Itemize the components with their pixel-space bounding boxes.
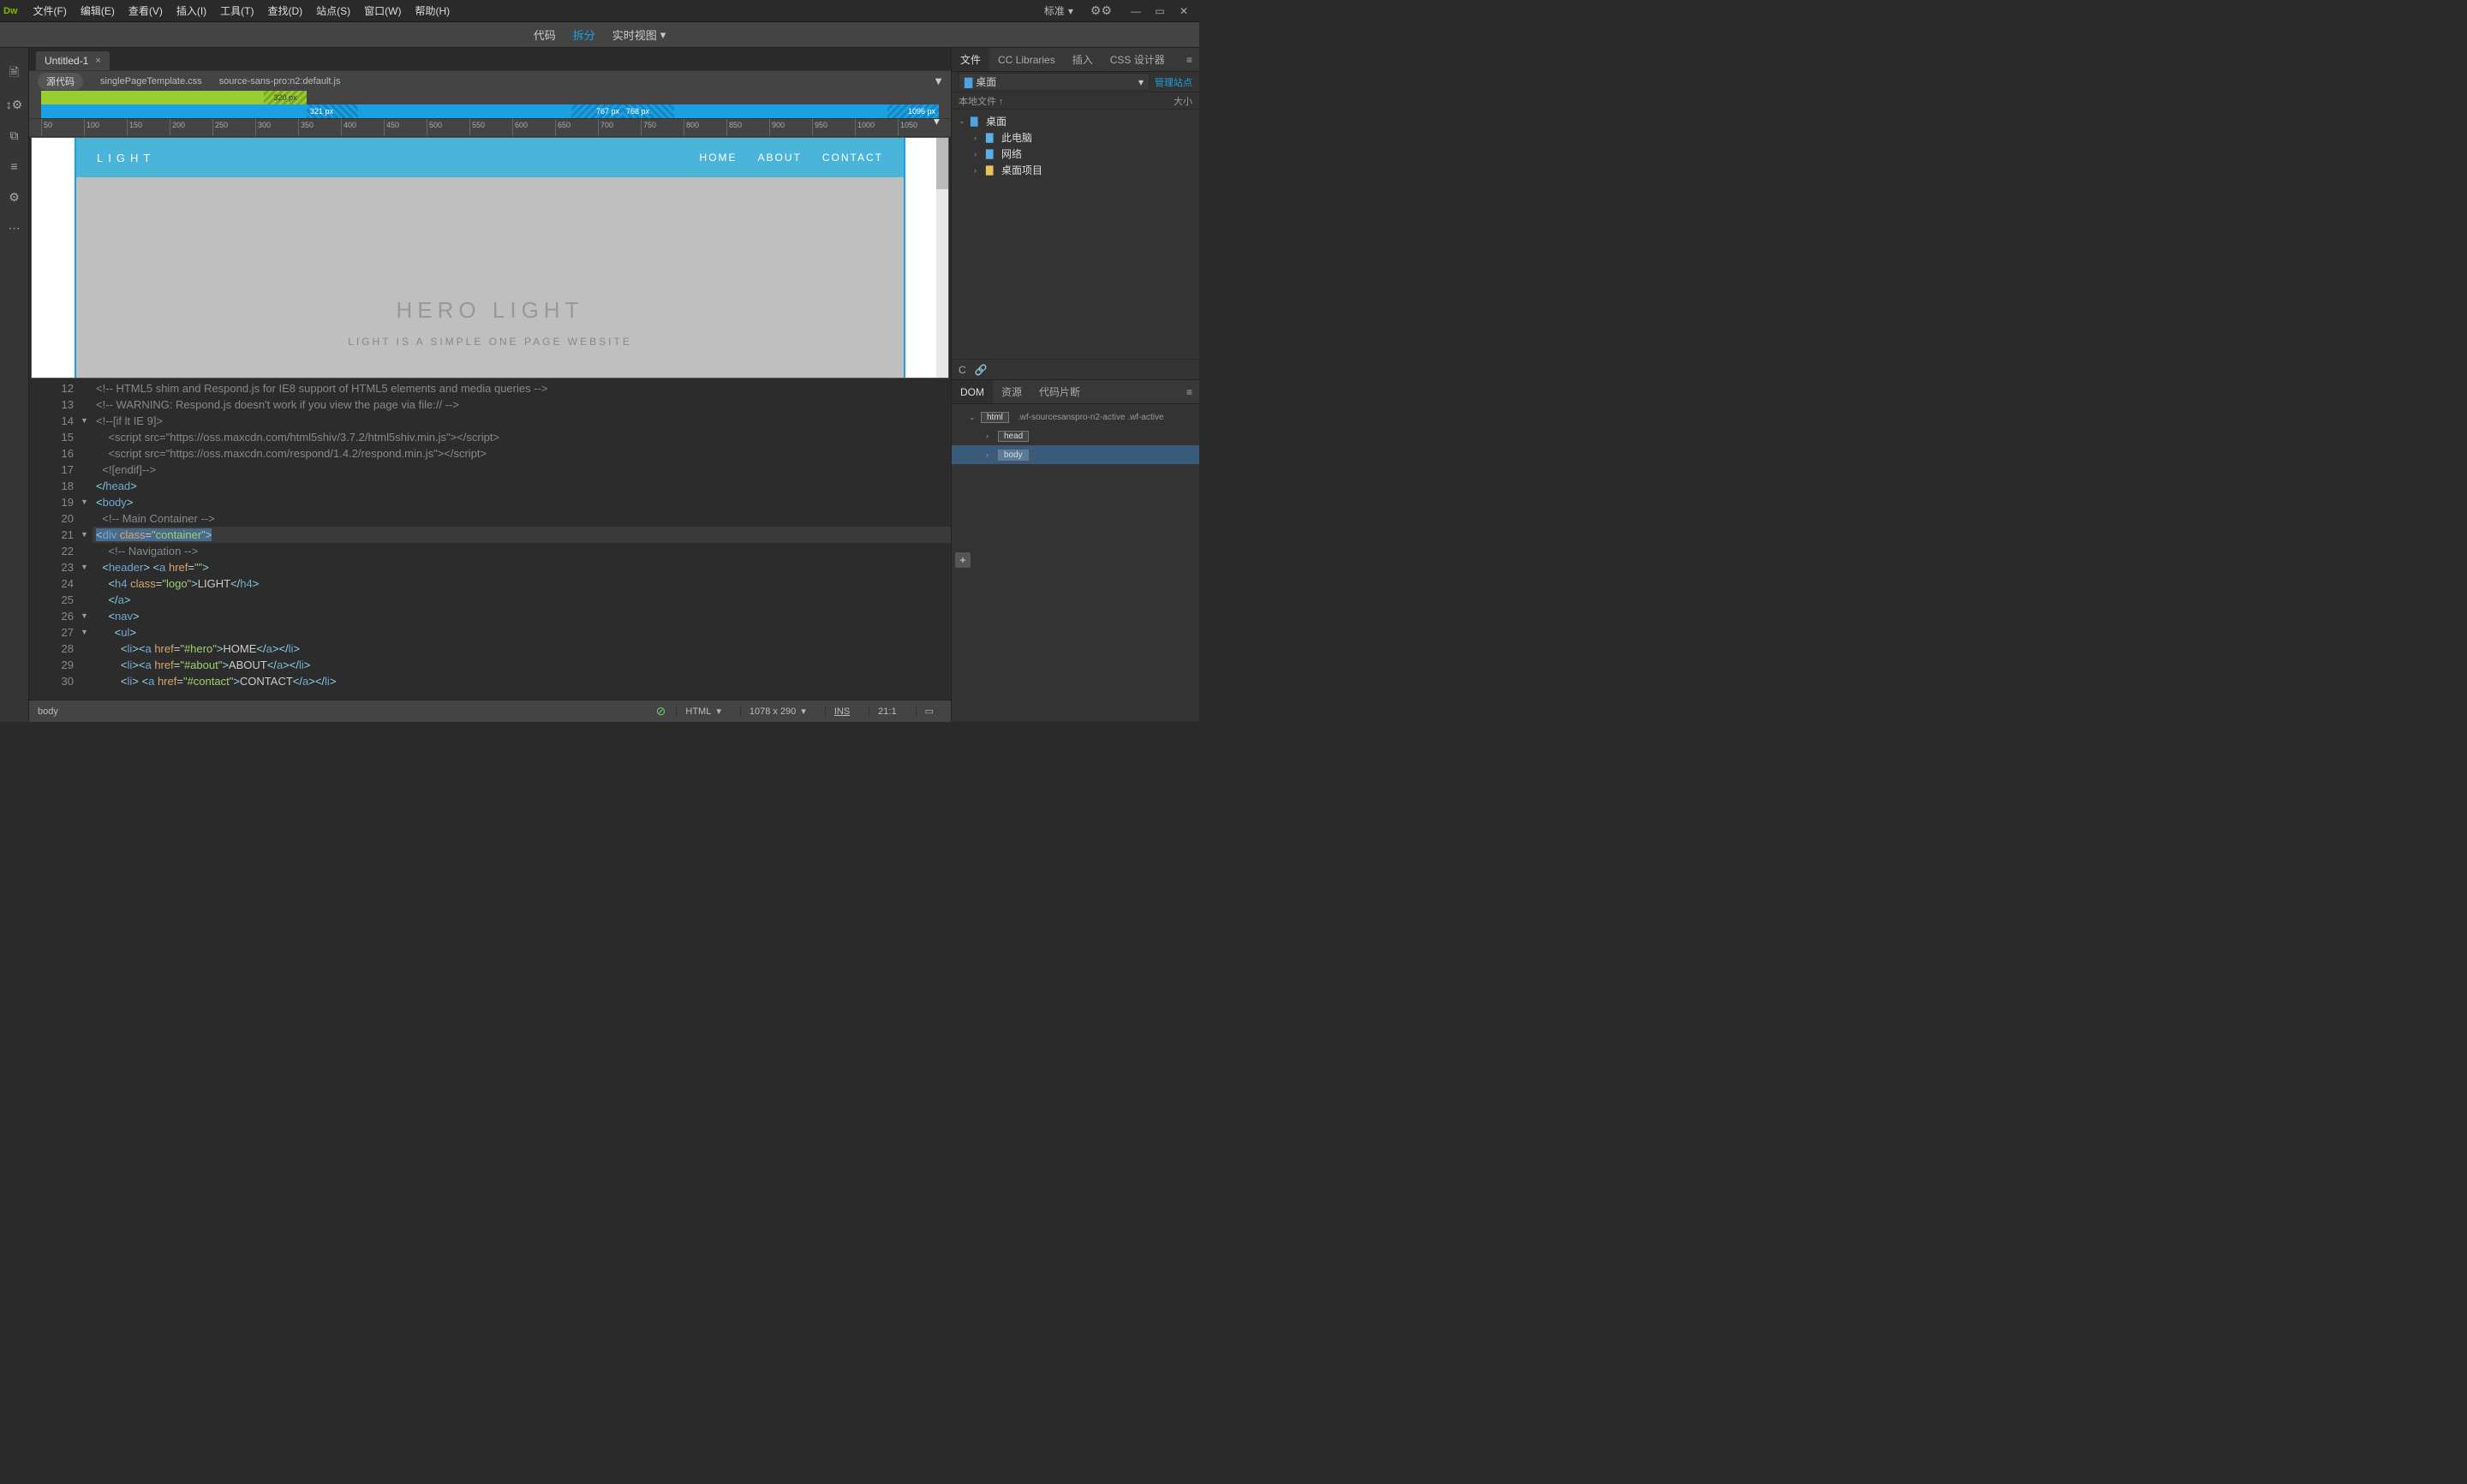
size-column[interactable]: 大小 [1174, 94, 1192, 108]
panel-tabs-dom: DOM 资源 代码片断 ≡ [952, 380, 1199, 404]
panel-tab-cclib[interactable]: CC Libraries [989, 48, 1064, 71]
site-selector[interactable]: ▇桌面▾ [959, 73, 1150, 91]
dom-node-html[interactable]: html [981, 412, 1009, 423]
menu-items: 文件(F)编辑(E)查看(V)插入(I)工具(T)查找(D)站点(S)窗口(W)… [27, 0, 1039, 21]
document-area: Untitled-1 × 源代码 singlePageTemplate.css … [29, 48, 951, 722]
filter-icon[interactable]: ▼ [933, 74, 944, 87]
menu-item[interactable]: 帮助(H) [408, 0, 457, 21]
view-split[interactable]: 拆分 [573, 27, 595, 43]
tree-row[interactable]: ›▇网络 [952, 146, 1199, 162]
panel-menu-icon[interactable]: ≡ [1180, 386, 1199, 398]
preview-nav-contact[interactable]: CONTACT [822, 152, 883, 164]
menu-item[interactable]: 编辑(E) [74, 0, 122, 21]
minimize-button[interactable]: — [1124, 2, 1148, 21]
preview-logo[interactable]: LIGHT [97, 152, 155, 164]
left-toolbar: 🗎 ↕⚙ ⧉ ≡ ⚙ ⋯ [0, 48, 29, 722]
preview-nav-about[interactable]: ABOUT [758, 152, 802, 164]
menu-item[interactable]: 窗口(W) [357, 0, 408, 21]
preview-nav: HOME ABOUT CONTACT [700, 152, 883, 164]
view-code[interactable]: 代码 [534, 27, 556, 43]
tree-row[interactable]: ⌄▇桌面 [952, 113, 1199, 129]
document-tab[interactable]: Untitled-1 × [36, 51, 110, 70]
source-code-pill[interactable]: 源代码 [38, 73, 83, 90]
sync-icon[interactable]: 🔗 [975, 364, 988, 376]
scrub-handle-icon[interactable]: ⇕▾ [933, 118, 946, 129]
no-errors-icon[interactable]: ⊘ [656, 704, 666, 718]
window-size[interactable]: 1078 x 290 ▾ [740, 706, 815, 717]
extract-icon[interactable]: ⧉ [6, 127, 23, 144]
manage-icon[interactable]: ↕⚙ [6, 96, 23, 113]
menubar: Dw 文件(F)编辑(E)查看(V)插入(I)工具(T)查找(D)站点(S)窗口… [0, 0, 1199, 22]
files-tree[interactable]: ⌄▇桌面›▇此电脑›▇网络›▇桌面项目 [952, 110, 1199, 359]
panel-tab-css[interactable]: CSS 设计器 [1102, 48, 1174, 71]
close-tab-icon[interactable]: × [95, 56, 100, 66]
panel-menu-icon[interactable]: ≡ [1180, 54, 1199, 66]
app-logo: Dw [3, 6, 18, 16]
more-icon[interactable]: ⋯ [6, 219, 23, 236]
menu-item[interactable]: 工具(T) [213, 0, 260, 21]
dom-node-body[interactable]: body [998, 450, 1029, 461]
related-files-bar: 源代码 singlePageTemplate.css source-sans-p… [29, 70, 951, 91]
menu-item[interactable]: 站点(S) [309, 0, 357, 21]
breakpoint-rulers: 320 px 321 px 767 px 768 px 1096 px [29, 91, 951, 118]
panel-tab-insert[interactable]: 插入 [1064, 48, 1102, 71]
maximize-button[interactable]: ▭ [1148, 2, 1172, 21]
menu-item[interactable]: 查找(D) [260, 0, 309, 21]
local-files-header[interactable]: 本地文件 ↑ [959, 94, 1004, 108]
preview-header: LIGHT HOME ABOUT CONTACT [76, 138, 904, 177]
refresh-icon[interactable]: C [959, 364, 966, 376]
menu-item[interactable]: 插入(I) [170, 0, 213, 21]
view-switcher: 代码 拆分 实时视图 ▾ [0, 22, 1199, 48]
options-icon[interactable]: ⚙ [6, 188, 23, 206]
menu-item[interactable]: 查看(V) [122, 0, 170, 21]
fold-column[interactable]: ▼▼▼▼▼▼ [81, 378, 93, 700]
line-gutter: 12131415161718192021222324252627282930 [29, 378, 81, 700]
breakpoint-desktop[interactable]: 321 px 767 px 768 px 1096 px [41, 104, 939, 118]
panel-tab-files[interactable]: 文件 [952, 48, 989, 71]
workspace-selector[interactable]: 标准▾ [1039, 3, 1078, 18]
breakpoint-mobile[interactable]: 320 px [41, 91, 307, 104]
panel-tab-assets[interactable]: 资源 [993, 380, 1030, 403]
code-editor[interactable]: 12131415161718192021222324252627282930 ▼… [29, 378, 951, 700]
language-selector[interactable]: HTML ▾ [676, 706, 729, 717]
tree-row[interactable]: ›▇桌面项目 [952, 162, 1199, 178]
tree-row[interactable]: ›▇此电脑 [952, 129, 1199, 146]
live-preview[interactable]: LIGHT HOME ABOUT CONTACT HERO LIGHT LIGH… [31, 137, 949, 378]
preview-nav-home[interactable]: HOME [700, 152, 738, 164]
preview-icon[interactable]: ▭ [916, 706, 942, 717]
tag-selector[interactable]: body [38, 706, 646, 717]
document-tabs: Untitled-1 × [29, 48, 951, 70]
pixel-ruler[interactable]: 5010015020025030035040045050055060065070… [29, 118, 951, 137]
dom-add-button[interactable]: + [955, 552, 971, 568]
status-bar: body ⊘ HTML ▾ 1078 x 290 ▾ INS 21:1 ▭ [29, 700, 951, 722]
close-button[interactable]: ✕ [1172, 2, 1196, 21]
panel-tab-snippets[interactable]: 代码片断 [1030, 380, 1089, 403]
files-panel: ▇桌面▾ 管理站点 本地文件 ↑ 大小 ⌄▇桌面›▇此电脑›▇网络›▇桌面项目 … [952, 72, 1199, 380]
dom-panel[interactable]: ⌄ html .wf-sourcesanspro-n2-active .wf-a… [952, 404, 1199, 722]
panel-tab-dom[interactable]: DOM [952, 380, 993, 403]
preview-hero: HERO LIGHT LIGHT IS A SIMPLE ONE PAGE WE… [76, 177, 904, 348]
insert-mode[interactable]: INS [825, 706, 858, 717]
related-file[interactable]: source-sans-pro:n2:default.js [219, 76, 341, 86]
wrap-icon[interactable]: ≡ [6, 158, 23, 175]
related-file[interactable]: singlePageTemplate.css [100, 76, 202, 86]
dom-node-head[interactable]: head [998, 431, 1029, 442]
menu-item[interactable]: 文件(F) [27, 0, 74, 21]
sync-settings-icon[interactable]: ⚙⚙ [1085, 3, 1117, 18]
view-live[interactable]: 实时视图 ▾ [612, 27, 666, 43]
manage-sites-link[interactable]: 管理站点 [1155, 75, 1192, 89]
preview-scrollbar[interactable] [936, 138, 948, 378]
file-icon[interactable]: 🗎 [6, 65, 23, 82]
cursor-position: 21:1 [869, 706, 905, 717]
panel-tabs-top: 文件 CC Libraries 插入 CSS 设计器 ≡ [952, 48, 1199, 72]
right-panels: 文件 CC Libraries 插入 CSS 设计器 ≡ ▇桌面▾ 管理站点 本… [951, 48, 1199, 722]
